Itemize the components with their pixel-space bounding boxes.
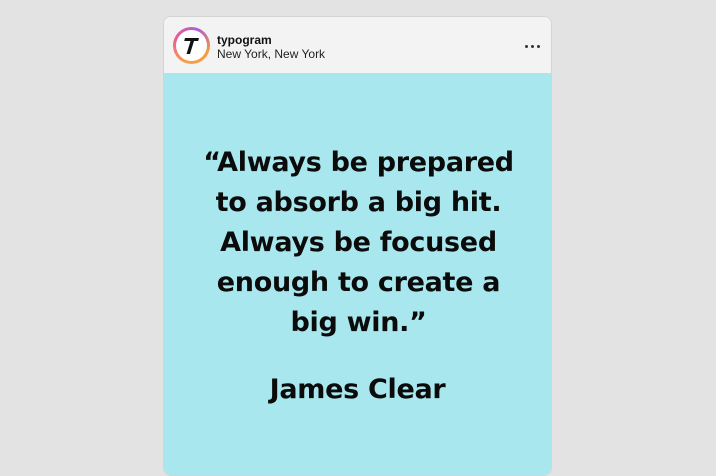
instagram-post-card: typogram New York, New York “Always be p… [163, 16, 552, 476]
post-image[interactable]: “Always be prepared to absorb a big hit.… [164, 73, 551, 475]
quote-author: James Clear [269, 374, 446, 405]
account-location[interactable]: New York, New York [217, 47, 325, 61]
post-header: typogram New York, New York [164, 17, 551, 73]
account-name[interactable]: typogram [217, 33, 272, 47]
quote-text: “Always be prepared to absorb a big hit.… [203, 147, 514, 338]
avatar[interactable] [173, 27, 210, 64]
typogram-logo-icon [176, 30, 207, 61]
more-options-icon[interactable] [521, 34, 545, 58]
